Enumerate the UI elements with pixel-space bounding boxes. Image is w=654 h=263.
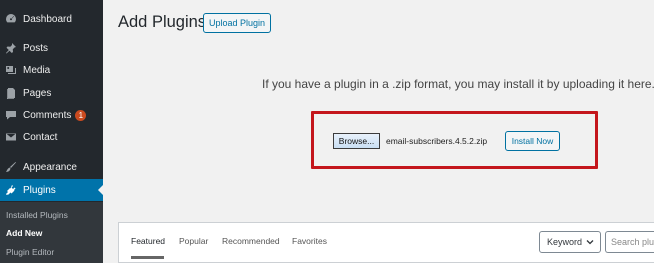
media-icon	[5, 64, 17, 76]
sidebar-item-appearance[interactable]: Appearance	[0, 156, 103, 178]
plugin-icon	[5, 184, 17, 196]
submenu-item-plugin-editor[interactable]: Plugin Editor	[6, 247, 54, 257]
search-type-value: Keyword	[547, 237, 583, 247]
browse-button[interactable]: Browse...	[333, 133, 380, 149]
plugin-filter-bar: Featured Popular Recommended Favorites K…	[118, 222, 654, 263]
upload-plugin-button[interactable]: Upload Plugin	[203, 13, 272, 33]
sidebar-item-label: Contact	[23, 131, 58, 143]
sidebar-item-dashboard[interactable]: Dashboard	[0, 8, 103, 30]
chevron-down-icon	[586, 240, 594, 245]
tab-popular[interactable]: Popular	[179, 236, 208, 246]
selected-file-name: email-subscribers.4.5.2.zip	[386, 136, 488, 146]
sidebar-item-label: Posts	[23, 42, 49, 54]
sidebar-item-label: Media	[23, 64, 51, 76]
pages-icon	[5, 87, 17, 99]
install-now-button[interactable]: Install Now	[505, 131, 560, 151]
search-type-select[interactable]: Keyword	[539, 231, 601, 253]
tab-favorites[interactable]: Favorites	[292, 236, 327, 246]
tab-recommended[interactable]: Recommended	[222, 236, 280, 246]
admin-sidebar: Dashboard Posts Media Pages Comments 1 C…	[0, 0, 103, 263]
sidebar-item-label: Pages	[23, 87, 52, 99]
comment-icon	[5, 109, 17, 121]
sidebar-item-label: Comments	[23, 109, 72, 121]
upload-instructions: If you have a plugin in a .zip format, y…	[262, 77, 654, 91]
sidebar-item-comments[interactable]: Comments 1	[0, 104, 103, 126]
plugins-submenu: Installed Plugins Add New Plugin Editor	[0, 202, 103, 263]
submenu-item-add-new[interactable]: Add New	[6, 228, 42, 238]
submenu-item-installed-plugins[interactable]: Installed Plugins	[6, 210, 68, 220]
mail-icon	[5, 131, 17, 143]
sidebar-item-label: Plugins	[23, 184, 56, 196]
sidebar-item-pages[interactable]: Pages	[0, 82, 103, 104]
search-plugins-input[interactable]	[605, 231, 654, 253]
sidebar-item-label: Appearance	[23, 161, 77, 173]
pin-icon	[5, 42, 17, 54]
comment-count-badge: 1	[75, 109, 87, 121]
dashboard-icon	[5, 13, 17, 25]
sidebar-item-plugins[interactable]: Plugins	[0, 179, 103, 201]
sidebar-item-posts[interactable]: Posts	[0, 37, 103, 59]
tab-featured[interactable]: Featured	[131, 236, 165, 246]
active-indicator	[98, 185, 103, 195]
active-tab-underline	[131, 256, 164, 259]
page-title: Add Plugins	[118, 13, 207, 31]
sidebar-item-media[interactable]: Media	[0, 59, 103, 81]
brush-icon	[5, 161, 17, 173]
sidebar-item-label: Dashboard	[23, 13, 72, 25]
sidebar-item-contact[interactable]: Contact	[0, 126, 103, 148]
